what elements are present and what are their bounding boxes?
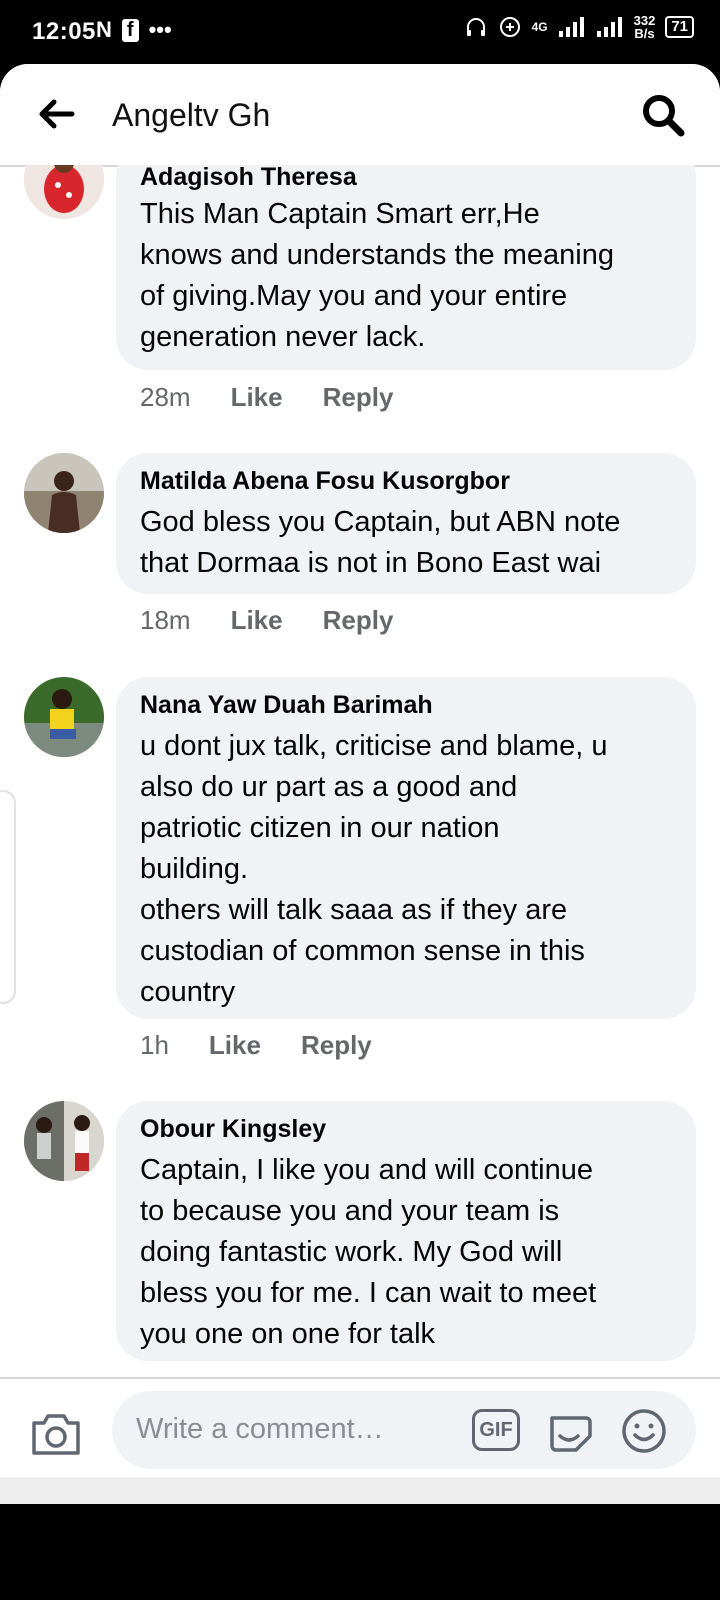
avatar[interactable]: [24, 1101, 104, 1181]
gif-button[interactable]: GIF: [472, 1409, 520, 1451]
comment-bubble[interactable]: Nana Yaw Duah Barimah u dont jux talk, c…: [116, 677, 696, 1019]
status-right: 4G 332 B/s 71: [464, 14, 694, 40]
avatar[interactable]: [24, 165, 104, 219]
avatar[interactable]: [24, 677, 104, 757]
comment-list[interactable]: Adagisoh Theresa This Man Captain Smart …: [0, 165, 720, 1377]
comment-author[interactable]: Nana Yaw Duah Barimah: [140, 691, 672, 720]
sticker-icon[interactable]: [544, 1406, 594, 1456]
app-header: Angeltv Gh: [0, 64, 720, 167]
more-notifications-icon: •••: [148, 17, 172, 42]
comments-screen: Angeltv Gh Adagisoh Theresa This Man Cap…: [0, 64, 720, 1504]
network-speed: 332 B/s: [634, 14, 656, 40]
signal-icon-2: [596, 17, 622, 37]
status-app-icons: N f •••: [96, 17, 172, 43]
status-bar: 12:05 N f ••• 4G 332 B/s 71: [0, 0, 720, 64]
data-saver-icon: [499, 17, 520, 37]
comment-actions: 18m Like Reply: [140, 605, 393, 636]
comment-composer: Write a comment… GIF: [0, 1377, 720, 1479]
comment-text: God bless you Captain, but ABN note that…: [140, 506, 621, 579]
avatar-image: [24, 1101, 104, 1181]
comment-bubble[interactable]: Matilda Abena Fosu Kusorgbor God bless y…: [116, 453, 696, 594]
comment-actions: 1h Like Reply: [140, 1030, 372, 1061]
comment-placeholder: Write a comment…: [136, 1413, 384, 1445]
comment-bubble[interactable]: Adagisoh Theresa This Man Captain Smart …: [116, 165, 696, 370]
comment-author[interactable]: Matilda Abena Fosu Kusorgbor: [140, 467, 672, 496]
comment-text: This Man Captain Smart err,He knows and …: [140, 198, 614, 353]
avatar-image: [24, 677, 104, 757]
comment-actions: 28m Like Reply: [140, 382, 393, 413]
battery-indicator: 71: [665, 16, 694, 38]
signal-icon: [558, 17, 584, 37]
comment-text: Captain, I like you and will continue to…: [140, 1154, 597, 1350]
camera-icon[interactable]: [30, 1411, 82, 1457]
headphones-icon: [466, 18, 485, 36]
comment-text: u dont jux talk, criticise and blame, u …: [140, 730, 608, 1008]
like-button[interactable]: Like: [231, 605, 283, 636]
comment-time[interactable]: 1h: [140, 1030, 169, 1061]
comment-input[interactable]: Write a comment… GIF: [112, 1391, 696, 1469]
comment-author[interactable]: Adagisoh Theresa: [140, 165, 672, 192]
network-type: 4G: [531, 20, 548, 34]
n-app-icon: N: [96, 17, 112, 42]
reply-button[interactable]: Reply: [323, 605, 394, 636]
speed-unit: B/s: [634, 26, 655, 41]
reply-button[interactable]: Reply: [301, 1030, 372, 1061]
avatar-image: [24, 165, 104, 219]
like-button[interactable]: Like: [231, 382, 283, 413]
chat-head-handle[interactable]: [0, 790, 16, 1004]
status-time: 12:05: [32, 18, 96, 45]
reply-button[interactable]: Reply: [323, 382, 394, 413]
avatar[interactable]: [24, 453, 104, 533]
like-button[interactable]: Like: [209, 1030, 261, 1061]
search-icon[interactable]: [640, 92, 686, 138]
facebook-app-icon: f: [121, 18, 139, 42]
arrow-left-icon[interactable]: [34, 92, 78, 136]
page-title: Angeltv Gh: [112, 97, 271, 133]
comment-time[interactable]: 18m: [140, 605, 191, 636]
comment-bubble[interactable]: Obour Kingsley Captain, I like you and w…: [116, 1101, 696, 1361]
emoji-icon[interactable]: [620, 1407, 668, 1455]
avatar-image: [24, 453, 104, 533]
comment-author[interactable]: Obour Kingsley: [140, 1115, 672, 1144]
comment-time[interactable]: 28m: [140, 382, 191, 413]
system-nav-bar: [0, 1477, 720, 1504]
